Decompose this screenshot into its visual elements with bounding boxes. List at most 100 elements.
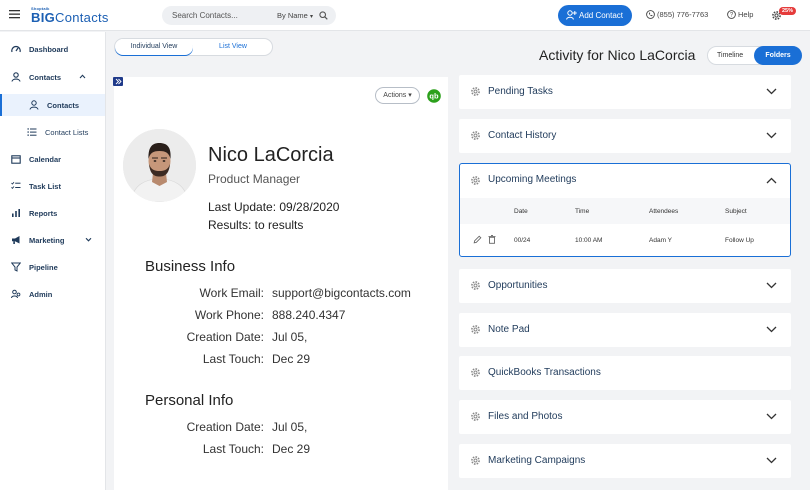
search-bar[interactable]: Search Contacts... By Name ▾: [162, 6, 336, 25]
creation-date-label: Creation Date:: [186, 330, 264, 344]
business-info-title: Business Info: [145, 258, 236, 275]
quickbooks-icon[interactable]: qb: [427, 89, 441, 103]
dashboard-icon: [11, 44, 21, 54]
sidebar-item-task-list[interactable]: Task List: [0, 175, 105, 197]
gear-icon: [470, 367, 481, 378]
sidebar-item-calendar[interactable]: Calendar: [0, 148, 105, 170]
sidebar-item-dashboard[interactable]: Dashboard: [0, 38, 105, 60]
user-icon: [29, 100, 39, 110]
gear-icon: [470, 175, 481, 186]
work-email-value[interactable]: support@bigcontacts.com: [272, 286, 411, 300]
contact-role: Product Manager: [208, 172, 301, 186]
admin-users-icon: [11, 289, 21, 299]
avatar: [123, 129, 196, 202]
sidebar-item-admin[interactable]: Admin: [0, 283, 105, 305]
actions-dropdown-button[interactable]: Actions ▾: [375, 87, 420, 104]
meeting-date: 00/24: [514, 237, 531, 244]
edit-pencil-icon[interactable]: [473, 235, 482, 244]
chevron-down-icon: [766, 132, 777, 139]
accordion-upcoming-meetings[interactable]: Upcoming Meetings Date Time Attendees Su…: [459, 163, 791, 257]
meetings-table-header: Date Time Attendees Subject: [460, 198, 790, 224]
accordion-note-pad[interactable]: Note Pad: [459, 313, 791, 347]
search-by-dropdown[interactable]: By Name ▾: [277, 11, 313, 20]
sidebar-item-marketing[interactable]: Marketing: [0, 229, 105, 251]
accordion-quickbooks-transactions[interactable]: QuickBooks Transactions: [459, 356, 791, 390]
logo[interactable]: Shoptalk BIGContacts: [31, 6, 109, 24]
top-bar: Shoptalk BIGContacts Search Contacts... …: [0, 0, 810, 31]
logo-text: BIGContacts: [31, 10, 109, 25]
col-attendees: Attendees: [649, 208, 679, 215]
last-touch-value: Dec 29: [272, 352, 311, 366]
sidebar-item-reports[interactable]: Reports: [0, 202, 105, 224]
sidebar-item-contacts[interactable]: Contacts: [0, 66, 105, 88]
phone-icon: [646, 10, 655, 19]
chevron-down-icon: [766, 88, 777, 95]
notification-badge[interactable]: 25%: [779, 7, 797, 15]
sidebar-subitem-contact-lists[interactable]: Contact Lists: [0, 121, 105, 143]
chevron-up-icon: [766, 177, 777, 184]
contact-name: Nico LaCorcia: [208, 144, 334, 166]
help-link[interactable]: ? Help: [727, 10, 753, 19]
bar-chart-icon: [11, 208, 21, 218]
meeting-time: 10:00 AM: [575, 237, 603, 244]
work-email-label: Work Email:: [199, 286, 264, 300]
gear-icon: [470, 130, 481, 141]
search-icon[interactable]: [319, 11, 328, 20]
gear-icon: [470, 280, 481, 291]
chevron-down-icon: [766, 457, 777, 464]
sidebar: Dashboard Contacts Contacts Contact List…: [0, 32, 106, 490]
sidebar-item-pipeline[interactable]: Pipeline: [0, 256, 105, 278]
activity-title: Activity for Nico LaCorcia: [539, 47, 696, 63]
accordion-marketing-campaigns[interactable]: Marketing Campaigns: [459, 444, 791, 478]
personal-creation-date-label: Creation Date:: [186, 420, 264, 434]
work-phone-label: Work Phone:: [194, 308, 264, 322]
chevron-down-icon: [766, 282, 777, 289]
view-toggle: Individual View List View: [114, 38, 273, 56]
chevron-up-icon: [79, 74, 86, 79]
accordion-opportunities[interactable]: Opportunities: [459, 269, 791, 303]
accordion-contact-history[interactable]: Contact History: [459, 119, 791, 153]
contact-last-update: Last Update: 09/28/2020: [208, 200, 340, 214]
personal-last-touch-label: Last Touch:: [202, 442, 264, 456]
gear-icon: [470, 411, 481, 422]
add-contact-button[interactable]: Add Contact: [558, 5, 632, 26]
chevron-down-icon: [766, 413, 777, 420]
sidebar-subitem-contacts[interactable]: Contacts: [0, 94, 105, 116]
megaphone-icon: [11, 235, 21, 245]
personal-last-touch-value: Dec 29: [272, 442, 311, 456]
tab-folders[interactable]: Folders: [754, 46, 802, 65]
accordion-files-and-photos[interactable]: Files and Photos: [459, 400, 791, 434]
work-phone-value[interactable]: 888.240.4347: [272, 308, 345, 322]
add-contact-label: Add Contact: [579, 11, 624, 20]
trash-icon[interactable]: [488, 235, 496, 244]
tab-timeline[interactable]: Timeline: [717, 52, 743, 59]
last-touch-label: Last Touch:: [202, 352, 264, 366]
hamburger-menu-icon[interactable]: [9, 9, 20, 19]
creation-date-value: Jul 05,: [272, 330, 308, 344]
user-icon: [11, 72, 21, 82]
calendar-icon: [11, 154, 21, 164]
add-user-icon: [566, 10, 577, 20]
tab-list-view[interactable]: List View: [195, 39, 271, 55]
collapse-panel-icon[interactable]: [113, 77, 123, 86]
tab-individual-view[interactable]: Individual View: [115, 39, 193, 55]
task-list-icon: [11, 181, 21, 191]
chevron-down-icon: [766, 326, 777, 333]
col-date: Date: [514, 208, 528, 215]
list-icon: [27, 127, 37, 137]
chevron-down-icon: [85, 237, 92, 242]
funnel-icon: [11, 262, 21, 272]
table-row[interactable]: 00/24 10:00 AM Adam Y Follow Up: [460, 224, 790, 257]
personal-creation-date-value: Jul 05,: [272, 420, 308, 434]
meeting-attendees: Adam Y: [649, 237, 673, 244]
svg-text:qb: qb: [429, 92, 439, 101]
phone-link[interactable]: (855) 776-7763: [646, 10, 708, 19]
gear-icon: [470, 324, 481, 335]
search-input[interactable]: Search Contacts...: [172, 11, 238, 20]
col-time: Time: [575, 208, 590, 215]
gear-icon: [470, 455, 481, 466]
accordion-pending-tasks[interactable]: Pending Tasks: [459, 75, 791, 109]
col-subject: Subject: [725, 208, 747, 215]
meeting-subject: Follow Up: [725, 237, 754, 244]
contact-card: Actions ▾ qb Nico LaCorcia Product Manag…: [114, 77, 448, 490]
